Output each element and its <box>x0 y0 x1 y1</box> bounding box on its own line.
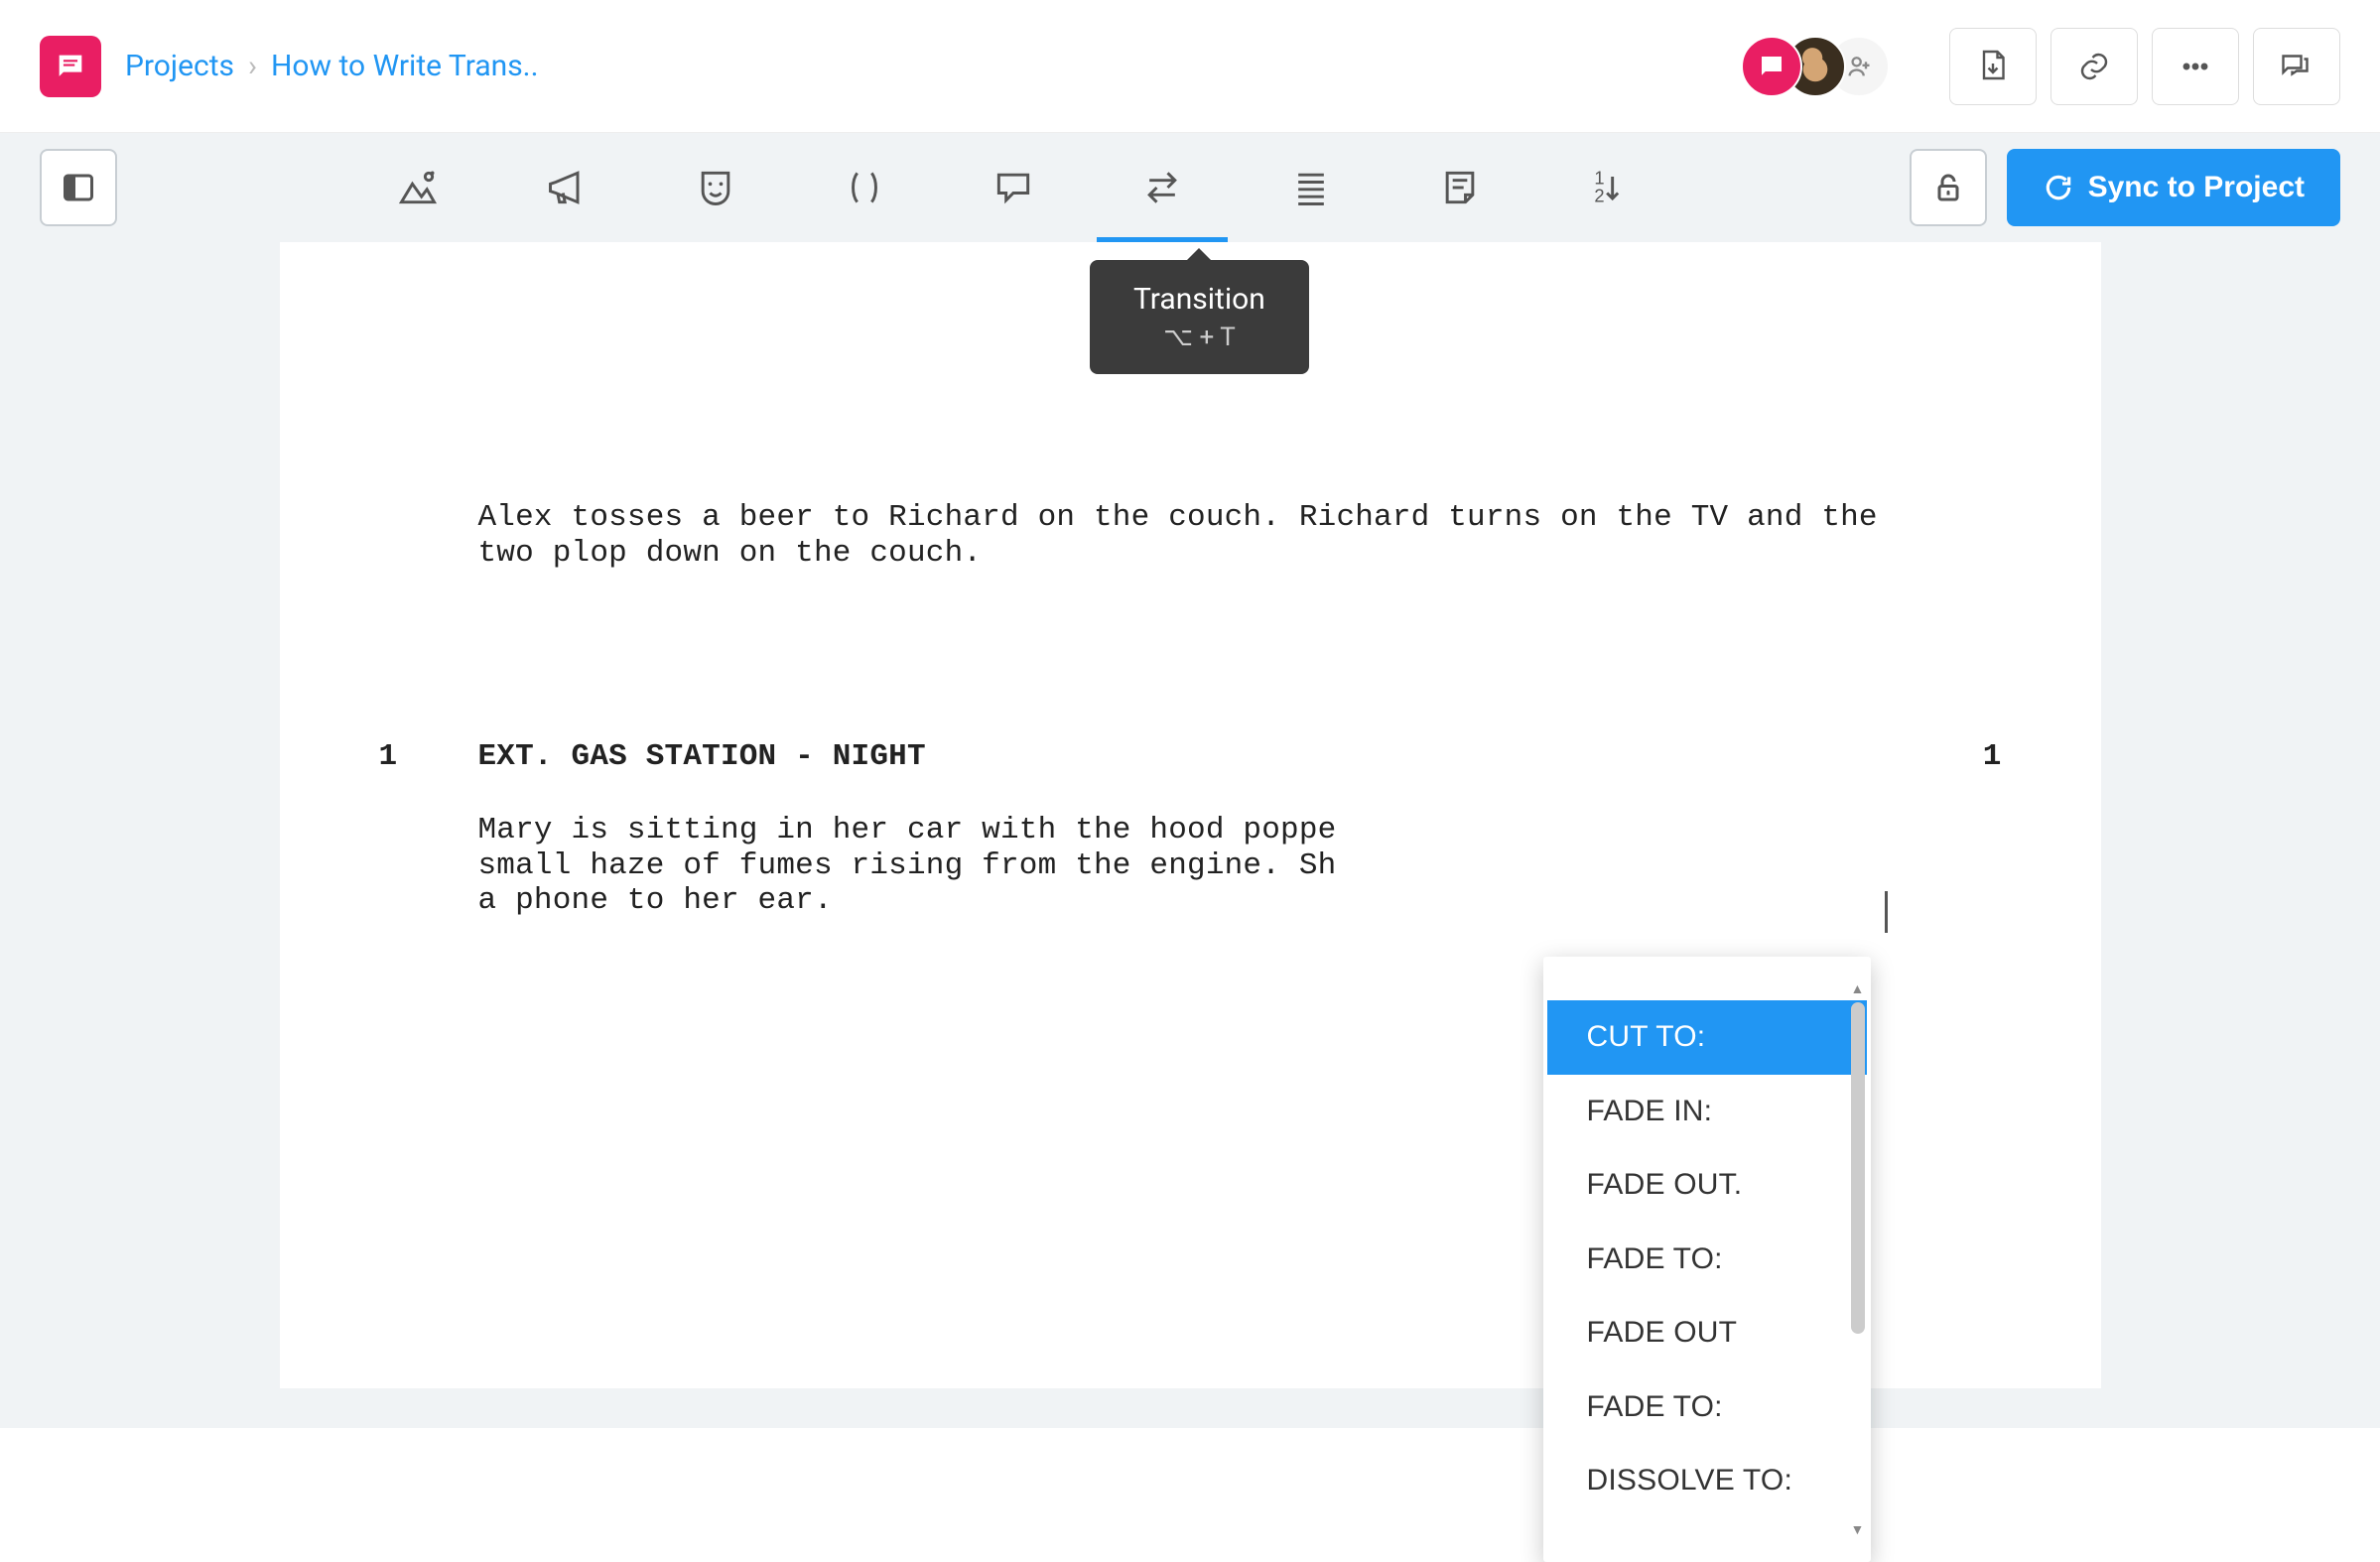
app-logo[interactable] <box>40 36 101 97</box>
add-user-icon <box>1845 53 1873 80</box>
arrows-swap-icon <box>1140 166 1184 209</box>
transition-option-fade-to[interactable]: FADE TO: <box>1547 1223 1867 1297</box>
chevron-right-icon: › <box>248 49 257 83</box>
app-header: Projects › How to Write Trans.. <box>0 0 2380 133</box>
format-toolbar: 12 Sync to Project <box>0 133 2380 242</box>
landscape-icon <box>396 166 440 209</box>
lock-button[interactable] <box>1910 149 1987 226</box>
scene-heading-text[interactable]: EXT. GAS STATION - NIGHT <box>478 739 926 775</box>
action-text[interactable]: Alex tosses a beer to Richard on the cou… <box>478 500 1903 571</box>
breadcrumb-root[interactable]: Projects <box>125 49 234 83</box>
more-horizontal-icon <box>2178 49 2213 84</box>
lock-open-icon <box>1930 170 1966 205</box>
tooltip-title: Transition <box>1133 282 1265 317</box>
sync-to-project-button[interactable]: Sync to Project <box>2007 149 2340 226</box>
shot-button[interactable] <box>1281 158 1341 217</box>
numbering-button[interactable]: 12 <box>1579 158 1639 217</box>
header-actions <box>1949 28 2340 105</box>
share-link-button[interactable] <box>2050 28 2138 105</box>
chat-bubble-icon <box>1757 52 1786 81</box>
avatar-comments[interactable] <box>1741 36 1802 97</box>
scene-heading-button[interactable] <box>388 158 448 217</box>
collaborator-avatars <box>1741 36 1890 97</box>
scroll-down-icon[interactable]: ▼ <box>1850 1521 1864 1537</box>
comments-button[interactable] <box>2253 28 2340 105</box>
scene-number-right: 1 <box>1983 739 2002 775</box>
note-icon <box>1438 166 1482 209</box>
sync-button-label: Sync to Project <box>2088 171 2305 204</box>
parenthetical-button[interactable] <box>835 158 894 217</box>
chat-bubble-icon <box>54 50 87 83</box>
more-options-button[interactable] <box>2152 28 2239 105</box>
svg-text:2: 2 <box>1594 186 1604 206</box>
breadcrumb: Projects › How to Write Trans.. <box>125 49 539 83</box>
action-button[interactable] <box>537 158 596 217</box>
note-button[interactable] <box>1430 158 1490 217</box>
scene-number-left: 1 <box>379 739 398 775</box>
scroll-up-icon[interactable]: ▲ <box>1850 980 1864 996</box>
document-area: Alex tosses a beer to Richard on the cou… <box>0 242 2380 1428</box>
transition-option-cut-to[interactable]: CUT TO: <box>1547 1000 1867 1075</box>
transition-option-fade-to-2[interactable]: FADE TO: <box>1547 1370 1867 1445</box>
breadcrumb-current[interactable]: How to Write Trans.. <box>271 49 539 83</box>
transition-option-dissolve-to[interactable]: DISSOLVE TO: <box>1547 1444 1867 1518</box>
transition-option-fade-in[interactable]: FADE IN: <box>1547 1075 1867 1149</box>
transition-tooltip: Transition ⌥ + T <box>1090 260 1309 374</box>
lines-icon <box>1289 166 1333 209</box>
element-type-icons: 12 <box>388 158 1639 217</box>
dropdown-scrollbar[interactable] <box>1851 1002 1865 1334</box>
toggle-sidebar-button[interactable] <box>40 149 117 226</box>
tooltip-shortcut: ⌥ + T <box>1133 323 1265 352</box>
panel-left-icon <box>61 170 96 205</box>
speech-bubble-icon <box>992 166 1035 209</box>
transition-option-fade-out-period[interactable]: FADE OUT. <box>1547 1148 1867 1223</box>
mask-icon <box>694 166 737 209</box>
character-button[interactable] <box>686 158 745 217</box>
parentheses-icon <box>843 166 886 209</box>
file-download-icon <box>1975 49 2011 84</box>
link-icon <box>2076 49 2112 84</box>
refresh-icon <box>2043 172 2074 203</box>
script-page[interactable]: Alex tosses a beer to Richard on the cou… <box>280 242 2101 1388</box>
list-numbered-icon: 12 <box>1587 166 1631 209</box>
transition-button[interactable] <box>1132 158 1192 217</box>
export-pdf-button[interactable] <box>1949 28 2037 105</box>
megaphone-icon <box>545 166 589 209</box>
transition-option-fade-out[interactable]: FADE OUT <box>1547 1296 1867 1370</box>
dialogue-button[interactable] <box>984 158 1043 217</box>
transition-dropdown[interactable]: ▲ CUT TO: FADE IN: FADE OUT. FADE TO: FA… <box>1543 957 1871 1562</box>
scene-heading-row[interactable]: 1 EXT. GAS STATION - NIGHT 1 <box>478 739 1903 775</box>
chat-bubbles-icon <box>2279 49 2314 84</box>
text-cursor <box>1885 891 1888 933</box>
action-text-2[interactable]: Mary is sitting in her car with the hood… <box>478 813 1903 919</box>
